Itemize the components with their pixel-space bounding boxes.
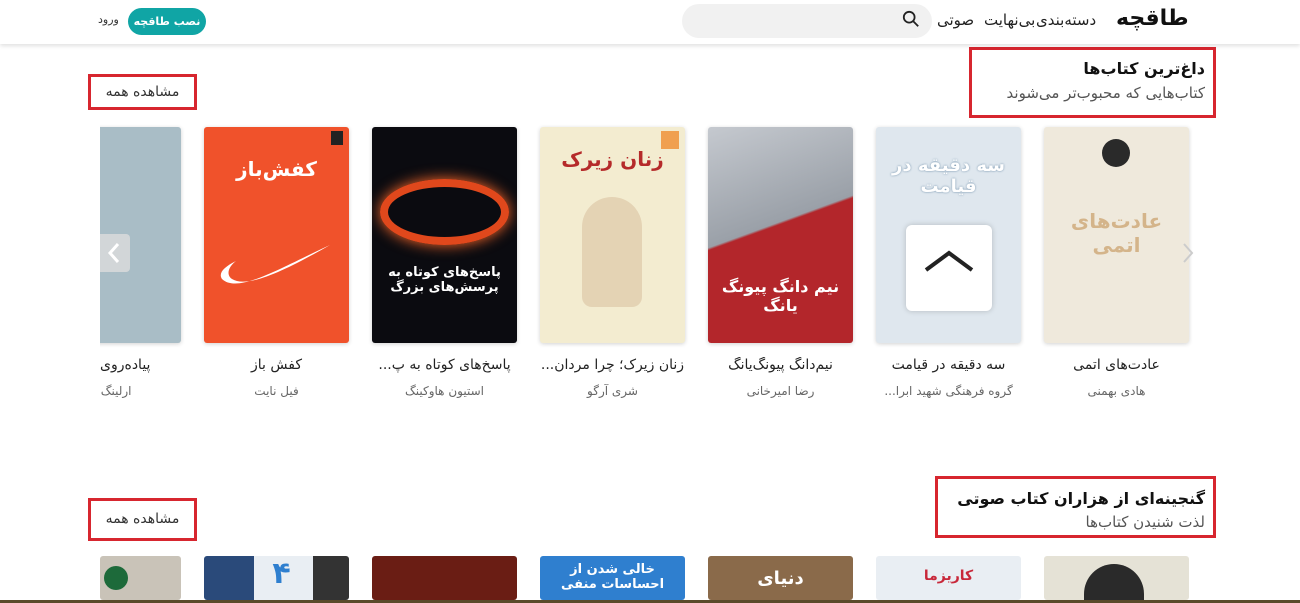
clock-icon [906, 225, 992, 311]
portrait-image [1084, 564, 1144, 600]
carousel-fade [0, 120, 100, 410]
swoosh-icon [220, 245, 330, 284]
cover-title: دنیای [757, 568, 804, 589]
book-author[interactable]: هادی بهمنی [1040, 384, 1193, 398]
section-title: گنجینه‌ای از هزاران کتاب صوتی [957, 489, 1205, 508]
book-cover[interactable]: کاریزما [876, 556, 1021, 600]
cover-title: کاریزما [923, 568, 974, 584]
book-title[interactable]: زنان زیرک؛ چرا مردان... [536, 357, 689, 373]
book-author[interactable]: فیل نایت [200, 384, 353, 398]
book-title[interactable]: نیم‌دانگ پیونگ‌یانگ [704, 357, 857, 373]
book-cover[interactable]: ۴ [204, 556, 349, 600]
publisher-logo-icon [1102, 139, 1130, 167]
section-subtitle: لذت شنیدن کتاب‌ها [1085, 513, 1205, 531]
section-title: داغ‌ترین کتاب‌ها [1083, 59, 1205, 78]
book-author[interactable]: رضا امیرخانی [704, 384, 857, 398]
book-cover[interactable]: عادت‌های اتمی [1044, 127, 1189, 343]
book-cover[interactable]: سه دقیقه در قیامت [876, 127, 1021, 343]
section-heading-hot-books: داغ‌ترین کتاب‌ها کتاب‌هایی که محبوب‌تر م… [969, 47, 1216, 118]
section-heading-audio-books: گنجینه‌ای از هزاران کتاب صوتی لذت شنیدن … [935, 476, 1216, 538]
logo[interactable]: طاقچه [1116, 6, 1189, 31]
chevron-left-icon [107, 243, 120, 263]
nav-categories[interactable]: دسته‌بندی [1036, 11, 1096, 29]
carousel-prev-button[interactable] [100, 234, 130, 272]
search-input[interactable] [682, 4, 932, 38]
book-cover[interactable] [372, 556, 517, 600]
see-all-button[interactable]: مشاهده همه [88, 74, 197, 110]
emblem-icon [104, 566, 128, 590]
cover-art [204, 556, 254, 600]
see-all-button[interactable]: مشاهده همه [88, 498, 197, 541]
portrait-image [313, 556, 349, 600]
book-cover[interactable]: دنیای [708, 556, 853, 600]
cover-title: پاسخ‌های کوتاه به پرسش‌های بزرگ [388, 265, 501, 295]
cover-title: ۴ [272, 556, 291, 591]
login-link[interactable]: ورود [98, 13, 119, 26]
top-header: طاقچه دسته‌بندی بی‌نهایت صوتی نصب طاقچه … [0, 0, 1300, 44]
chevron-right-icon[interactable] [1180, 238, 1196, 268]
install-app-button[interactable]: نصب طاقچه [128, 8, 206, 35]
book-title[interactable]: عادت‌های اتمی [1040, 357, 1193, 373]
book-cover[interactable] [1044, 556, 1189, 600]
book-title[interactable]: سه دقیقه در قیامت [872, 357, 1025, 373]
cover-title: سه دقیقه در قیامت [892, 155, 1005, 197]
book-cover[interactable]: خالی شدن از احساسات منفی [540, 556, 685, 600]
book-author[interactable]: گروه فرهنگی شهید ابرا... [872, 384, 1025, 398]
book-cover[interactable]: زنان زیرک [540, 127, 685, 343]
cover-title: عادت‌های اتمی [1070, 209, 1163, 257]
section-subtitle: کتاب‌هایی که محبوب‌تر می‌شوند [1006, 84, 1205, 102]
nav-unlimited[interactable]: بی‌نهایت [984, 11, 1035, 29]
nav-audio[interactable]: صوتی [937, 11, 974, 29]
cover-title: خالی شدن از احساسات منفی [560, 562, 665, 592]
book-cover[interactable]: پاسخ‌های کوتاه به پرسش‌های بزرگ [372, 127, 517, 343]
book-author[interactable]: استیون هاوکینگ [368, 384, 521, 398]
search-icon[interactable] [902, 10, 920, 28]
book-cover[interactable]: کفش‌باز [204, 127, 349, 343]
cover-title: زنان زیرک [561, 147, 664, 171]
cover-title: کفش‌باز [236, 157, 317, 181]
cover-title: نیم دانگ پیونگ یانگ [721, 277, 840, 315]
book-author[interactable]: شری آرگو [536, 384, 689, 398]
book-cover[interactable] [100, 556, 181, 600]
book-title[interactable]: کفش باز [200, 357, 353, 373]
book-title[interactable]: پاسخ‌های کوتاه به پ... [368, 357, 521, 373]
black-hole-image [380, 179, 509, 245]
book-cover[interactable]: نیم دانگ پیونگ یانگ [708, 127, 853, 343]
publisher-logo-icon [331, 131, 343, 145]
statue-image [582, 197, 642, 307]
